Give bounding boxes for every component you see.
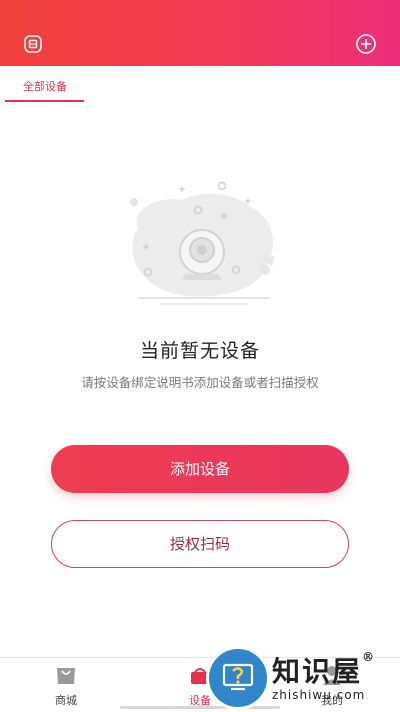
app-header xyxy=(0,0,400,66)
question-monitor-icon xyxy=(206,646,270,710)
shopping-bag-icon xyxy=(54,664,78,690)
nav-item-mall[interactable]: 商城 xyxy=(26,658,106,712)
watermark-brand-text: 知识屋 xyxy=(272,655,363,688)
back-icon[interactable] xyxy=(22,33,44,55)
empty-state-title: 当前暂无设备 xyxy=(139,340,260,362)
tab-active-indicator xyxy=(5,100,84,102)
authorize-scan-button[interactable]: 授权扫码 xyxy=(51,520,349,568)
add-circle-icon[interactable] xyxy=(355,33,377,55)
tab-all-devices[interactable]: 全部设备 xyxy=(6,78,84,94)
add-device-button[interactable]: 添加设备 xyxy=(51,445,349,493)
device-tabs: 全部设备 xyxy=(0,66,400,104)
watermark-domain: zhishiwu.com xyxy=(272,688,366,702)
watermark-registered: ® xyxy=(362,650,377,664)
nav-label-mall: 商城 xyxy=(55,694,77,707)
watermark-brand: 知识屋® xyxy=(272,650,376,690)
camera-illustration xyxy=(120,178,285,308)
watermark-logo: 知识屋® zhishiwu.com xyxy=(200,640,400,711)
empty-state-description: 请按设备绑定说明书添加设备或者扫描授权 xyxy=(81,375,319,390)
